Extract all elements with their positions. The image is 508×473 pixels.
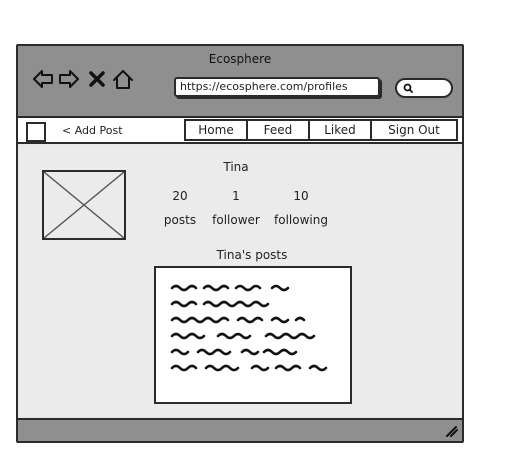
back-arrow-icon[interactable] bbox=[32, 68, 54, 90]
add-post-link[interactable]: < Add Post bbox=[62, 124, 123, 137]
title-bar: Ecosphere https://ecosphere.com/profiles bbox=[18, 46, 462, 118]
stat-value: 10 bbox=[293, 189, 309, 203]
image-placeholder-icon bbox=[42, 170, 126, 240]
stat-value: 1 bbox=[232, 189, 240, 203]
window-title: Ecosphere bbox=[208, 52, 272, 66]
close-icon[interactable] bbox=[86, 68, 108, 90]
resize-grip-icon[interactable] bbox=[444, 423, 458, 437]
select-checkbox[interactable] bbox=[26, 122, 46, 142]
tab-liked[interactable]: Liked bbox=[310, 121, 372, 139]
posts-heading: Tina's posts bbox=[216, 248, 288, 262]
stat-followers[interactable]: 1 follower bbox=[210, 188, 262, 228]
stat-posts[interactable]: 20 posts bbox=[160, 188, 200, 228]
tab-sign-out[interactable]: Sign Out bbox=[372, 121, 456, 139]
app-toolbar: < Add Post Home Feed Liked Sign Out bbox=[18, 118, 462, 144]
tab-home[interactable]: Home bbox=[186, 121, 248, 139]
url-bar[interactable]: https://ecosphere.com/profiles bbox=[174, 77, 380, 97]
stat-label: following bbox=[274, 213, 328, 227]
redacted-text-scribble bbox=[170, 284, 328, 372]
home-icon[interactable] bbox=[112, 68, 134, 90]
forward-arrow-icon[interactable] bbox=[58, 68, 80, 90]
stat-label: posts bbox=[163, 213, 197, 227]
tab-feed[interactable]: Feed bbox=[248, 121, 310, 139]
post-card[interactable] bbox=[154, 266, 352, 404]
profile-name: Tina bbox=[223, 160, 249, 174]
stat-following[interactable]: 10 following bbox=[270, 188, 332, 228]
search-icon bbox=[403, 83, 413, 93]
status-bar bbox=[18, 418, 462, 441]
search-field[interactable] bbox=[395, 78, 453, 98]
stat-value: 20 bbox=[172, 189, 188, 203]
browser-window: Ecosphere https://ecosphere.com/profiles… bbox=[16, 44, 464, 443]
nav-tabs: Home Feed Liked Sign Out bbox=[184, 119, 458, 141]
profile-page: Tina 20 posts 1 follower 10 following Ti… bbox=[18, 146, 462, 416]
stat-label: follower bbox=[212, 213, 260, 227]
